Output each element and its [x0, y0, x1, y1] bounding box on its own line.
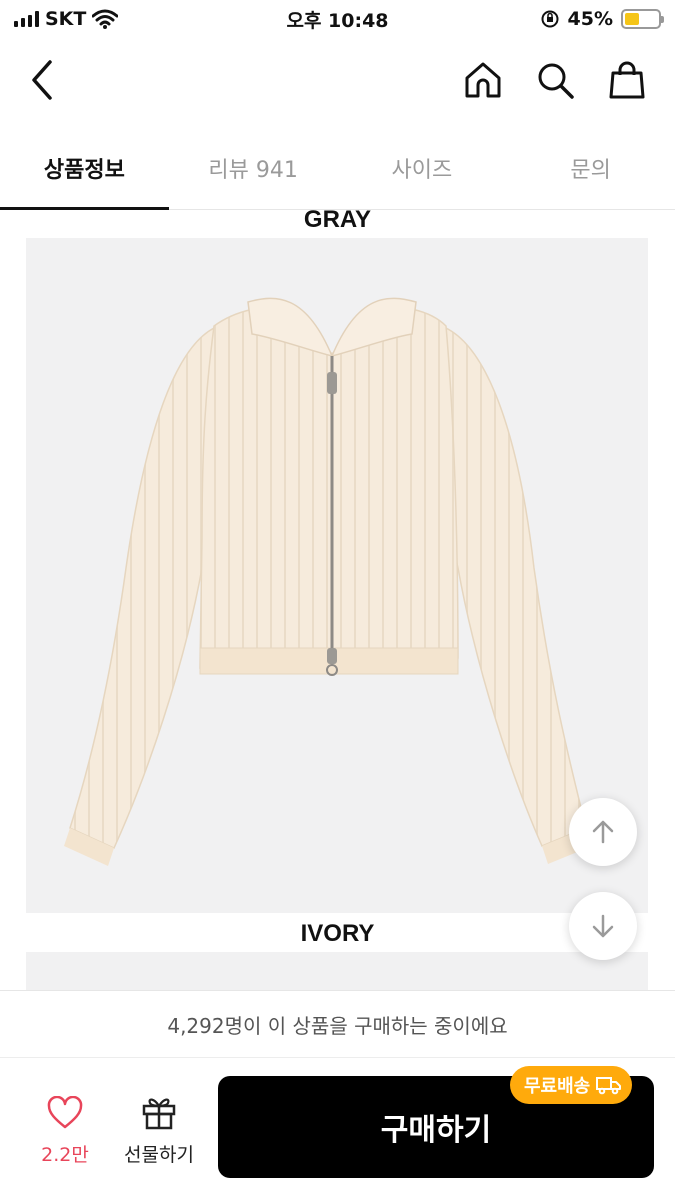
nav-bar: [0, 40, 675, 120]
buy-label: 구매하기: [380, 1113, 492, 1148]
chevron-left-icon: [32, 60, 52, 100]
search-icon: [538, 63, 574, 99]
like-count: 2.2만: [41, 1144, 89, 1166]
status-left: SKT: [14, 8, 119, 30]
home-button[interactable]: [461, 58, 505, 102]
battery-level: [625, 13, 640, 25]
status-right: 45%: [540, 8, 664, 30]
product-image-next: [26, 952, 648, 990]
cart-button[interactable]: [605, 58, 649, 102]
bottom-action-bar: 2.2만 선물하기 구매하기 무료배송: [0, 1058, 675, 1200]
carrier-name: SKT: [45, 8, 87, 30]
arrow-down-icon: [592, 914, 614, 938]
buying-now-banner: 4,292명이 이 상품을 구매하는 중이에요: [0, 990, 675, 1058]
gift-icon: [142, 1098, 176, 1130]
free-shipping-label: 무료배송: [524, 1076, 591, 1097]
search-button[interactable]: [533, 58, 577, 102]
cardigan-illustration: [64, 297, 592, 866]
arrow-up-icon: [592, 820, 614, 844]
scroll-up-button[interactable]: [569, 798, 637, 866]
battery-icon: [621, 9, 664, 29]
shopping-bag-icon: [609, 61, 645, 99]
gift-button[interactable]: 선물하기: [114, 1094, 204, 1167]
heart-icon: [47, 1095, 83, 1129]
color-label-gray: GRAY: [303, 210, 372, 233]
tab-size[interactable]: 사이즈: [338, 126, 507, 209]
battery-percent: 45%: [567, 8, 613, 30]
tab-inquiry[interactable]: 문의: [506, 126, 675, 209]
orientation-lock-icon: [541, 10, 559, 28]
nav-actions: [461, 58, 649, 102]
cellular-signal-icon: [14, 11, 39, 27]
home-icon: [465, 62, 501, 98]
product-tabs: 상품정보 리뷰 941 사이즈 문의: [0, 126, 675, 210]
tab-reviews[interactable]: 리뷰 941: [169, 126, 338, 209]
status-bar: SKT 오후 10:48 45%: [0, 0, 675, 38]
wifi-icon: [92, 9, 119, 29]
tab-product-info[interactable]: 상품정보: [0, 126, 169, 210]
truck-icon: [596, 1077, 622, 1095]
product-image: [26, 238, 648, 913]
like-button[interactable]: 2.2만: [30, 1095, 100, 1167]
product-detail-content: GRAY IVORY: [0, 210, 675, 990]
gift-label: 선물하기: [124, 1144, 194, 1166]
scroll-down-button[interactable]: [569, 892, 637, 960]
free-shipping-badge: 무료배송: [510, 1066, 633, 1104]
back-button[interactable]: [24, 58, 64, 102]
